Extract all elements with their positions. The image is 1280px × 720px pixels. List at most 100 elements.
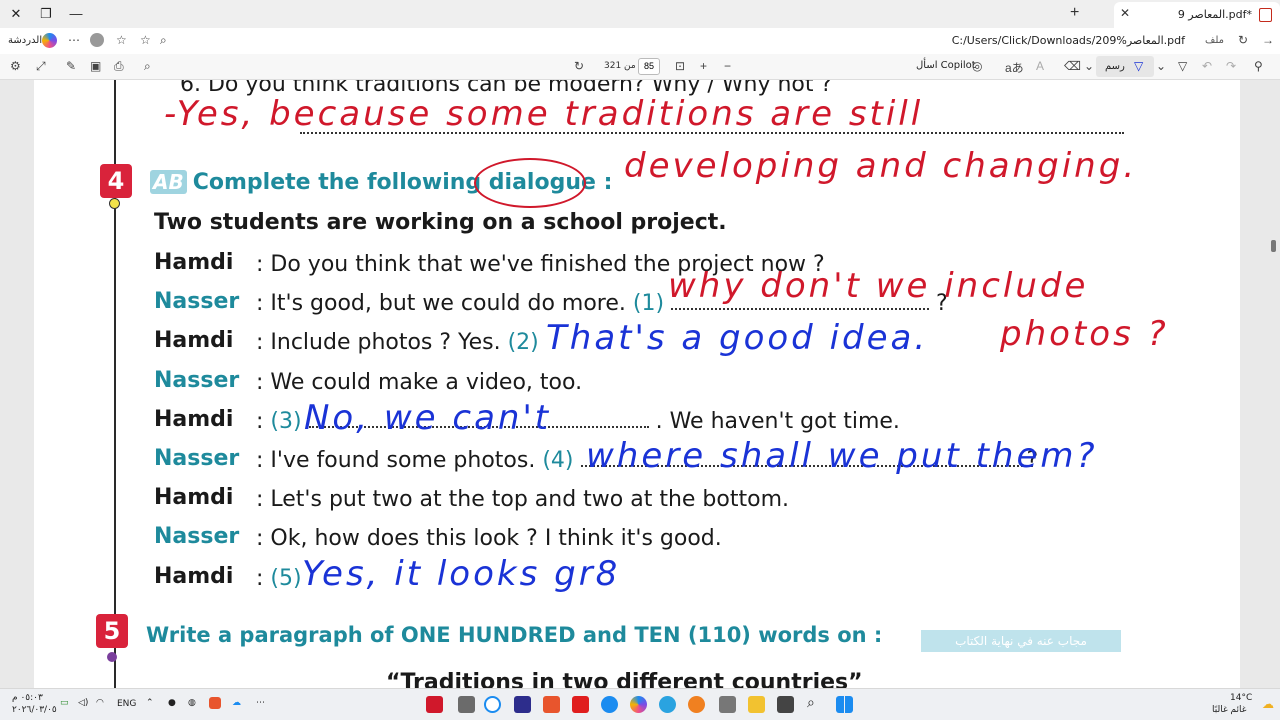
- clock-date[interactable]: ٢٠٢٦/٠٣/٠٥: [12, 705, 57, 715]
- blank-number-5: (5): [270, 566, 302, 591]
- page-number-input[interactable]: 85: [638, 58, 660, 75]
- copilot-icon[interactable]: [42, 33, 57, 48]
- eraser-icon[interactable]: ⌫: [1064, 59, 1081, 73]
- chevron-up-icon[interactable]: ⌃: [146, 698, 154, 708]
- add-favorite-icon[interactable]: ☆: [140, 33, 151, 47]
- dialogue-line-7: : Let's put two at the top and two at th…: [256, 487, 789, 512]
- draw-button-label[interactable]: رسم: [1105, 61, 1125, 72]
- zoom-in-icon[interactable]: +: [700, 59, 707, 73]
- close-window-icon[interactable]: ✕: [6, 4, 26, 24]
- taskbar-app-icon[interactable]: [484, 696, 501, 713]
- battery-icon[interactable]: ▭: [60, 698, 69, 708]
- chevron-down-icon[interactable]: ⌄: [1084, 59, 1094, 73]
- refresh-icon[interactable]: ↻: [1238, 33, 1248, 47]
- language-indicator[interactable]: ENG: [117, 699, 136, 709]
- fit-page-icon[interactable]: ⊡: [675, 59, 685, 73]
- onedrive-icon[interactable]: ☁: [232, 698, 241, 708]
- dialogue-line-9: : (5): [256, 566, 302, 591]
- search-icon[interactable]: ⌕: [160, 33, 167, 48]
- speaker-hamdi: Hamdi: [154, 485, 234, 510]
- find-icon[interactable]: ⌕: [144, 59, 151, 74]
- firefox-icon[interactable]: [688, 696, 705, 713]
- dialogue-line-8: : Ok, how does this look ? I think it's …: [256, 526, 722, 551]
- dialogue-intro: Two students are working on a school pro…: [154, 210, 727, 235]
- tray-app-icon[interactable]: ◍: [188, 698, 196, 708]
- pdf-page: 6. Do you think traditions can be modern…: [34, 80, 1240, 688]
- rotate-icon[interactable]: ↻: [574, 59, 584, 73]
- youtube-icon[interactable]: [572, 696, 589, 713]
- print-icon[interactable]: ⎙: [114, 59, 124, 74]
- section-4-dot: [109, 198, 120, 209]
- profile-avatar[interactable]: [90, 33, 104, 47]
- back-icon[interactable]: →: [1262, 33, 1274, 47]
- taskbar-app-icon[interactable]: [458, 696, 475, 713]
- chat-button[interactable]: الدردشة: [8, 35, 42, 46]
- taskbar-app-icon[interactable]: [777, 696, 794, 713]
- wifi-icon[interactable]: ◠: [96, 698, 104, 708]
- answer-tag: مجاب عنه في نهاية الكتاب: [921, 630, 1121, 652]
- taskbar-app-icon[interactable]: [543, 696, 560, 713]
- text-size-icon[interactable]: A: [1036, 59, 1044, 73]
- ink-answer-1-cont: photos ?: [1000, 314, 1169, 354]
- start-icon[interactable]: [836, 696, 853, 713]
- blank-number-1: (1): [632, 291, 665, 316]
- clock-time[interactable]: ٠٥:٠٣ م: [12, 693, 43, 703]
- telegram-icon[interactable]: [659, 696, 676, 713]
- weather-desc[interactable]: غائم غالبًا: [1212, 705, 1246, 715]
- colon: :: [256, 409, 264, 434]
- weather-icon[interactable]: ☁: [1262, 697, 1274, 711]
- search-icon[interactable]: ⌕: [807, 695, 815, 711]
- tray-app-icon[interactable]: [209, 697, 221, 709]
- tray-app-icon[interactable]: ⋯: [256, 698, 265, 708]
- more-icon[interactable]: ⋯: [68, 33, 80, 47]
- edge-icon[interactable]: [601, 696, 618, 713]
- speaker-nasser: Nasser: [154, 368, 240, 393]
- weather-temp[interactable]: 14°C: [1230, 693, 1252, 703]
- settings-app-icon[interactable]: [719, 696, 736, 713]
- edit-icon[interactable]: ✎: [66, 59, 76, 73]
- speaker-nasser: Nasser: [154, 289, 240, 314]
- ink-answer-5: Yes, it looks gr8: [302, 554, 621, 594]
- favorites-icon[interactable]: ☆: [116, 33, 127, 47]
- read-aloud-icon[interactable]: aあ: [1005, 59, 1024, 76]
- taskbar: ٠٥:٠٣ م ٢٠٢٦/٠٣/٠٥ ▭ ◁) ◠ ENG ⌃ ● ◍ ☁ ⋯ …: [0, 688, 1280, 720]
- minimize-window-icon[interactable]: —: [66, 4, 86, 24]
- url-text[interactable]: C:/Users/Click/Downloads/209%المعاصر.pdf: [952, 34, 1185, 47]
- ask-copilot-button[interactable]: اسأل Copilot: [916, 60, 976, 71]
- ink-answer-6-line-1: -Yes, because some traditions are still: [164, 94, 924, 134]
- chevron-down-icon[interactable]: ⌄: [1156, 59, 1166, 73]
- volume-icon[interactable]: ◁): [78, 698, 88, 708]
- pdf-viewer[interactable]: 6. Do you think traditions can be modern…: [0, 80, 1280, 688]
- zoom-out-icon[interactable]: −: [724, 59, 731, 73]
- pin-icon[interactable]: ⚲: [1254, 59, 1263, 73]
- draw-pen-icon[interactable]: ▽: [1134, 59, 1143, 73]
- ink-answer-6-line-2: developing and changing.: [624, 146, 1138, 186]
- taskbar-app-icon[interactable]: [426, 696, 443, 713]
- restore-window-icon[interactable]: ❐: [36, 4, 56, 24]
- redo-icon[interactable]: ↷: [1226, 59, 1236, 73]
- copilot-app-icon[interactable]: [630, 696, 647, 713]
- blank-number-3: (3): [270, 409, 302, 434]
- scrollbar[interactable]: [1268, 80, 1278, 688]
- fullscreen-icon[interactable]: ⤢: [36, 59, 46, 74]
- ink-answer-3: No, we can't: [304, 398, 552, 438]
- save-icon[interactable]: ▣: [90, 59, 101, 73]
- section-4-badge: 4: [100, 164, 132, 198]
- undo-icon[interactable]: ↶: [1202, 59, 1212, 73]
- taskbar-app-icon[interactable]: [514, 696, 531, 713]
- browser-tab[interactable]: ✕ المعاصر 9.pdf*: [1114, 2, 1280, 28]
- highlight-icon[interactable]: ▽: [1178, 59, 1187, 73]
- dialogue-text: : It's good, but we could do more.: [256, 291, 626, 316]
- settings-icon[interactable]: ⚙: [10, 59, 21, 73]
- page-count: من 321: [604, 61, 636, 71]
- pdf-toolbar: ⚙ ⤢ ✎ ▣ ⎙ ⌕ ↻ من 321 85 ⊡ + − ◎ اسأل Cop…: [0, 54, 1280, 80]
- blank-number-2: (2): [507, 330, 539, 355]
- blank-number-4: (4): [542, 448, 574, 473]
- scrollbar-thumb[interactable]: [1271, 240, 1276, 252]
- mic-icon[interactable]: ●: [168, 698, 176, 708]
- speaker-hamdi: Hamdi: [154, 250, 234, 275]
- section-5-badge: 5: [96, 614, 128, 648]
- file-explorer-icon[interactable]: [748, 696, 765, 713]
- new-tab-button[interactable]: +: [1070, 4, 1079, 22]
- tab-close-icon[interactable]: ✕: [1120, 6, 1130, 20]
